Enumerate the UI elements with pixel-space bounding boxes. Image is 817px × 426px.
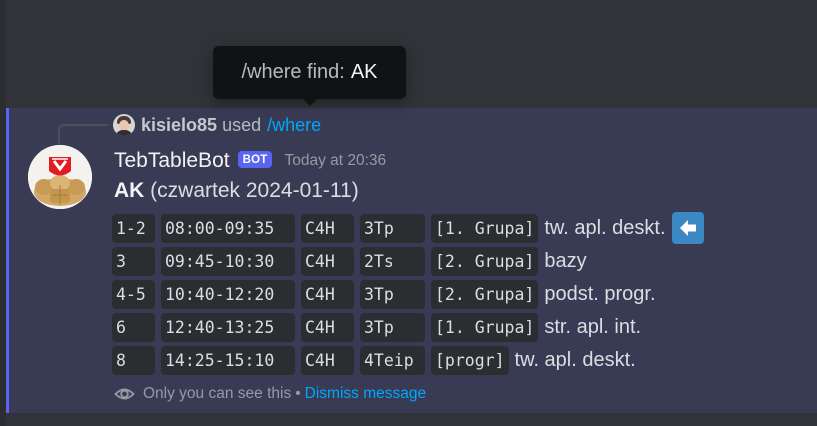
highlight-bar — [6, 108, 9, 413]
lesson-number: 8 — [112, 345, 155, 375]
lesson-time: 09:45-10:30 — [161, 246, 295, 276]
lesson-class: 4Teip — [360, 345, 425, 375]
schedule-title: AK (czwartek 2024-01-11) — [114, 179, 359, 203]
lesson-class: 3Tp — [360, 213, 425, 243]
bot-avatar-image — [28, 145, 92, 209]
interaction-username[interactable]: kisielo85 — [141, 115, 217, 136]
interaction-used-text: used — [222, 114, 262, 135]
tooltip-label: /where find: — [241, 61, 345, 83]
command-tooltip: /where find: AK — [213, 46, 406, 99]
lesson-group: [progr] — [431, 345, 509, 375]
lesson-room: C4H — [301, 213, 354, 243]
lesson-group: [2. Grupa] — [431, 279, 539, 309]
interaction-command[interactable]: /where — [267, 115, 321, 136]
schedule-date: (czwartek 2024-01-11) — [144, 179, 359, 202]
schedule-row: 3 09:45-10:30 C4H 2Ts [2. Grupa] bazy — [112, 245, 704, 277]
lesson-room: C4H — [301, 246, 354, 276]
lesson-subject: bazy — [544, 249, 587, 272]
lesson-class: 3Tp — [360, 312, 425, 342]
reply-connector — [58, 124, 108, 146]
lesson-time: 10:40-12:20 — [161, 279, 295, 309]
schedule-row: 4-5 10:40-12:20 C4H 3Tp [2. Grupa] podst… — [112, 278, 704, 310]
lesson-room: C4H — [301, 345, 354, 375]
schedule-row: 6 12:40-13:25 C4H 3Tp [1. Grupa] str. ap… — [112, 311, 704, 343]
message-header: TebTableBot BOT Today at 20:36 — [114, 147, 386, 175]
ephemeral-text: Only you can see this — [143, 385, 292, 402]
lesson-subject: podst. progr. — [544, 282, 656, 305]
dismiss-message-link[interactable]: Dismiss message — [305, 385, 426, 403]
message-timestamp[interactable]: Today at 20:36 — [284, 152, 386, 170]
eye-icon — [114, 386, 135, 402]
lesson-room: C4H — [301, 312, 354, 342]
arrow-left-icon — [671, 212, 704, 244]
schedule-teacher: AK — [114, 179, 145, 202]
tooltip-arrow — [303, 99, 317, 106]
lesson-subject: str. apl. int. — [544, 315, 642, 338]
lesson-subject: tw. apl. deskt. — [514, 348, 636, 371]
user-avatar[interactable] — [113, 114, 135, 136]
command-interaction[interactable]: kisielo85 used /where — [113, 113, 321, 137]
lesson-number: 6 — [112, 312, 155, 342]
lesson-room: C4H — [301, 279, 354, 309]
tooltip-value: AK — [350, 61, 378, 83]
lesson-time: 14:25-15:10 — [161, 345, 295, 375]
lesson-number: 1-2 — [112, 213, 155, 243]
lesson-group: [1. Grupa] — [431, 213, 539, 243]
lesson-subject: tw. apl. deskt. — [544, 216, 666, 239]
lesson-class: 2Ts — [360, 246, 425, 276]
bot-username[interactable]: TebTableBot — [114, 149, 230, 173]
lesson-group: [1. Grupa] — [431, 312, 539, 342]
schedule-row: 1-2 08:00-09:35 C4H 3Tp [1. Grupa] tw. a… — [112, 212, 704, 244]
schedule-list: 1-2 08:00-09:35 C4H 3Tp [1. Grupa] tw. a… — [112, 212, 704, 377]
lesson-number: 3 — [112, 246, 155, 276]
schedule-row: 8 14:25-15:10 C4H 4Teip [progr] tw. apl.… — [112, 344, 704, 376]
lesson-time: 08:00-09:35 — [161, 213, 295, 243]
bot-avatar[interactable] — [28, 145, 92, 209]
lesson-group: [2. Grupa] — [431, 246, 539, 276]
footer-separator: • — [295, 385, 301, 402]
lesson-time: 12:40-13:25 — [161, 312, 295, 342]
lesson-number: 4-5 — [112, 279, 155, 309]
bot-tag-badge: BOT — [237, 150, 273, 168]
lesson-class: 3Tp — [360, 279, 425, 309]
ephemeral-notice: Only you can see this • Dismiss message — [114, 385, 426, 403]
